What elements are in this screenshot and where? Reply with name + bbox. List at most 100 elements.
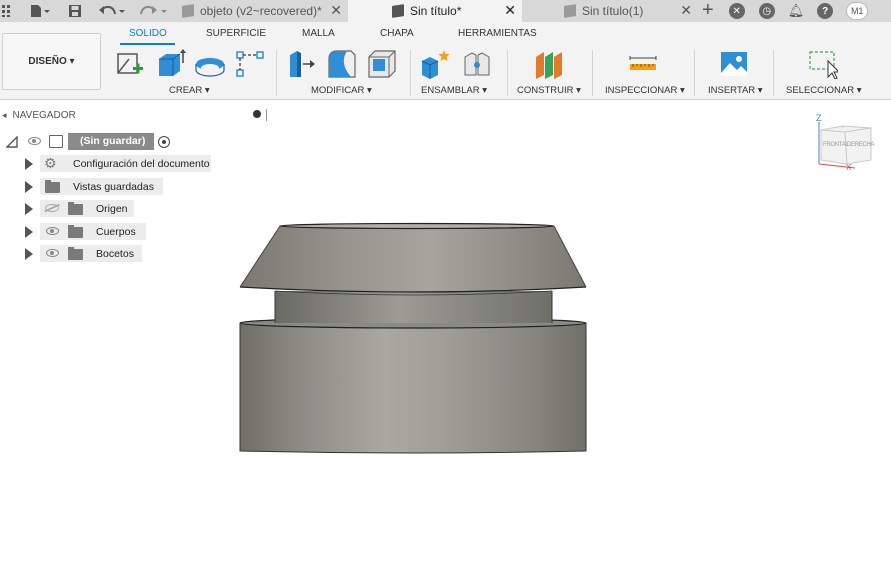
avatar[interactable]: M1: [846, 2, 869, 20]
title-bar: objeto (v2~recovered)* ✕ Sin título* ✕ S…: [0, 0, 891, 22]
tab-malla[interactable]: MALLA: [302, 28, 335, 39]
measure-icon[interactable]: [628, 49, 658, 79]
tree-item-label: Bocetos: [96, 248, 134, 260]
tab-chapa[interactable]: CHAPA: [380, 28, 414, 39]
group-divider: [694, 50, 695, 96]
folder-icon: [68, 225, 83, 238]
select-icon[interactable]: [808, 49, 841, 80]
tree-item-document-settings[interactable]: ⚙︎ Configuración del documento: [0, 155, 215, 172]
tree-item-label: Origen: [96, 203, 128, 215]
group-divider: [592, 50, 593, 96]
document-tab-label: objeto (v2~recovered)*: [200, 4, 322, 18]
expand-triangle-icon[interactable]: [25, 225, 40, 238]
tree-root[interactable]: (Sin guardar): [0, 133, 200, 150]
create-sketch-icon[interactable]: [115, 49, 145, 79]
workspace-label: DISEÑO ▾: [28, 56, 75, 67]
panel-grip[interactable]: [266, 109, 267, 121]
hidden-eye-icon[interactable]: [44, 203, 60, 212]
toolbar-ribbon: DISEÑO ▾ SOLIDO SUPERFICIE MALLA CHAPA H…: [0, 22, 891, 100]
group-divider: [773, 50, 774, 96]
close-icon[interactable]: ✕: [504, 2, 516, 19]
viewcube-face-front[interactable]: FRONTAL: [823, 142, 849, 148]
redo-icon[interactable]: [138, 0, 170, 22]
fillet-icon[interactable]: [327, 49, 357, 79]
viewcube-face-right[interactable]: DERECHA: [847, 142, 875, 148]
visibility-eye-icon[interactable]: [46, 249, 59, 257]
viewcube-axis-x: X: [846, 163, 852, 172]
close-icon[interactable]: ✕: [330, 2, 342, 19]
viewcube-axis-z: Z: [816, 113, 822, 123]
group-crear[interactable]: CREAR ▾: [169, 85, 210, 96]
navigator-options-icon[interactable]: [253, 110, 261, 118]
tree-item-origin[interactable]: Origen: [0, 200, 140, 217]
grid-menu-icon[interactable]: [0, 0, 14, 22]
gear-icon: ⚙︎: [44, 155, 57, 171]
tree-item-saved-views[interactable]: Vistas guardadas: [0, 178, 165, 195]
notifications-icon[interactable]: 🔔︎: [788, 3, 805, 19]
expanded-triangle-icon[interactable]: [6, 136, 18, 148]
document-tab-objeto[interactable]: objeto (v2~recovered)* ✕: [172, 0, 348, 22]
press-pull-icon[interactable]: [287, 49, 317, 79]
navigator-header: ◂ NAVEGADOR: [0, 106, 272, 124]
tree-item-bodies[interactable]: Cuerpos: [0, 223, 150, 240]
tree-item-label: Configuración del documento: [73, 158, 210, 170]
tab-superficie[interactable]: SUPERFICIE: [206, 28, 266, 39]
save-icon[interactable]: [66, 0, 84, 22]
offset-plane-icon[interactable]: [534, 49, 564, 79]
expand-triangle-icon[interactable]: [25, 157, 40, 170]
file-menu-icon[interactable]: [26, 0, 54, 22]
expand-triangle-icon[interactable]: [25, 180, 40, 193]
viewcube[interactable]: Z X FRONTAL DERECHA: [815, 113, 875, 172]
document-tab-label: Sin título(1): [582, 4, 644, 18]
workspace-switcher[interactable]: DISEÑO ▾: [2, 33, 101, 90]
help-icon[interactable]: ?: [817, 3, 834, 19]
group-ensamblar[interactable]: ENSAMBLAR ▾: [421, 85, 487, 96]
group-insertar[interactable]: INSERTAR ▾: [708, 85, 763, 96]
group-seleccionar[interactable]: SELECCIONAR ▾: [786, 85, 862, 96]
clock-icon[interactable]: ◷: [758, 3, 775, 19]
document-icon: [182, 4, 194, 18]
close-icon[interactable]: ✕: [680, 2, 692, 19]
folder-icon: [45, 180, 60, 193]
root-label: (Sin guardar): [80, 135, 146, 147]
new-tab-icon[interactable]: +: [702, 0, 714, 22]
sweep-icon[interactable]: [235, 49, 265, 79]
tab-solido[interactable]: SOLIDO: [129, 28, 167, 39]
group-divider: [276, 50, 277, 96]
model-viewport-body[interactable]: [230, 215, 600, 465]
document-icon: [564, 4, 576, 18]
extrude-icon[interactable]: [156, 49, 186, 79]
tab-herramientas[interactable]: HERRAMIENTAS: [458, 28, 537, 39]
group-inspeccionar[interactable]: INSPECCIONAR ▾: [605, 85, 685, 96]
revolve-icon[interactable]: [195, 49, 225, 79]
group-divider: [410, 50, 411, 96]
activate-radio-icon[interactable]: [158, 136, 170, 148]
tree-item-label: Vistas guardadas: [73, 181, 154, 193]
header-icons: + ✕ ◷ 🔔︎ ? M1: [700, 0, 869, 22]
expand-triangle-icon[interactable]: [25, 202, 40, 215]
group-modificar[interactable]: MODIFICAR ▾: [311, 85, 372, 96]
shell-icon[interactable]: [367, 49, 397, 79]
folder-icon: [68, 202, 83, 215]
insert-image-icon[interactable]: [719, 49, 749, 79]
tree-item-sketches[interactable]: Bocetos: [0, 245, 145, 262]
visibility-eye-icon[interactable]: [28, 137, 41, 145]
navigator-title: NAVEGADOR: [12, 109, 76, 121]
joint-icon[interactable]: [462, 49, 492, 79]
group-divider: [507, 50, 508, 96]
job-status-icon[interactable]: ✕: [728, 3, 745, 19]
visibility-eye-icon[interactable]: [46, 227, 59, 235]
collapse-navigator-icon[interactable]: ◂: [2, 110, 7, 121]
group-construir[interactable]: CONSTRUIR ▾: [517, 85, 581, 96]
document-tab-sin-titulo-1[interactable]: Sin título(1) ✕: [522, 0, 698, 22]
document-icon: [392, 4, 404, 18]
tree-item-label: Cuerpos: [96, 226, 136, 238]
document-tab-sin-titulo[interactable]: Sin título* ✕: [348, 0, 522, 22]
expand-triangle-icon[interactable]: [25, 247, 40, 260]
new-component-icon[interactable]: [420, 49, 450, 79]
folder-icon: [68, 247, 83, 260]
active-tab-indicator: [120, 43, 175, 45]
document-tab-label: Sin título*: [410, 4, 462, 18]
undo-icon[interactable]: [96, 0, 128, 22]
component-icon: [49, 135, 63, 148]
